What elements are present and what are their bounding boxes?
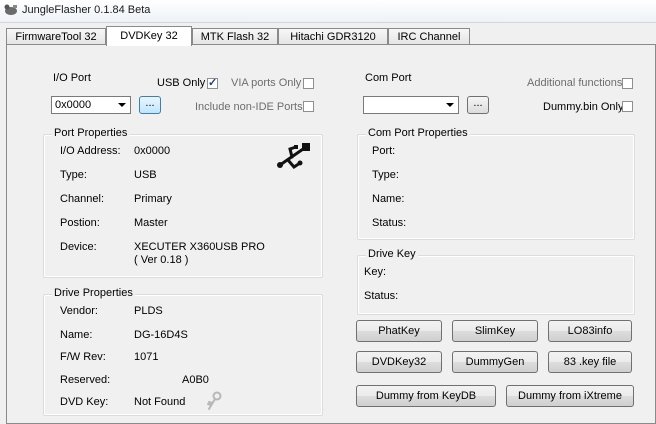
- drive-properties-legend: Drive Properties: [52, 287, 135, 299]
- drive-name-value: DG-16D4S: [134, 329, 188, 341]
- position-value: Master: [134, 217, 168, 229]
- dummy-only-checkbox[interactable]: [622, 101, 633, 112]
- com-port-name-label: Name:: [372, 193, 405, 205]
- chevron-down-icon: [118, 103, 126, 107]
- additional-functions-label: Additional functions: [527, 77, 623, 89]
- include-non-ide-label: Include non-IDE Ports: [195, 101, 303, 113]
- drive-properties-group: Drive Properties Vendor: PLDS Name: DG-1…: [43, 287, 323, 416]
- key-icon: [207, 391, 222, 410]
- port-type-value: USB: [134, 169, 157, 181]
- jungle-flasher-app-icon: [4, 4, 17, 15]
- usb-only-checkbox[interactable]: [207, 76, 218, 89]
- dvdkey32-button[interactable]: DVDKey32: [356, 351, 442, 373]
- fw-rev-value: 1071: [134, 351, 159, 363]
- window-title: JungleFlasher 0.1.84 Beta: [22, 4, 151, 16]
- reserved-label: Reserved:: [60, 374, 111, 386]
- reserved-value: A0B0: [182, 374, 209, 386]
- position-label: Postion:: [60, 217, 100, 229]
- phatkey-button[interactable]: PhatKey: [356, 320, 442, 342]
- tab-firmwaretool[interactable]: FirmwareTool 32: [6, 28, 106, 45]
- com-port-properties-legend: Com Port Properties: [366, 127, 470, 139]
- com-port-status-label: Status:: [372, 217, 407, 229]
- tab-hitachi[interactable]: Hitachi GDR3120: [278, 28, 388, 45]
- additional-functions-checkbox[interactable]: [622, 78, 633, 89]
- port-properties-group: Port Properties I/O Address: 0x0000 Type…: [43, 127, 323, 278]
- usb-icon: [277, 143, 310, 169]
- tab-mtk-flash[interactable]: MTK Flash 32: [192, 28, 278, 45]
- dummy-from-ixtreme-button[interactable]: Dummy from iXtreme: [506, 385, 634, 407]
- com-port-port-label: Port:: [372, 145, 396, 157]
- dummy-from-keydb-button[interactable]: Dummy from KeyDB: [356, 385, 496, 407]
- com-port-type-label: Type:: [372, 169, 399, 181]
- io-port-browse-button[interactable]: ...: [139, 96, 161, 114]
- drive-key-legend: Drive Key: [366, 248, 418, 260]
- com-port-browse-button[interactable]: ...: [467, 96, 489, 114]
- dummy-only-label: Dummy.bin Only: [543, 101, 624, 113]
- channel-label: Channel:: [60, 193, 105, 205]
- dvd-key-label: DVD Key:: [60, 396, 109, 408]
- via-ports-checkbox[interactable]: [303, 78, 314, 89]
- drive-key-status-label: Status:: [364, 290, 399, 302]
- dvdkey-panel: I/O Port USB Only VIA ports Only 0x0000 …: [6, 44, 656, 424]
- drive-name-label: Name:: [60, 329, 93, 341]
- device-label: Device:: [60, 241, 97, 253]
- dvd-key-value: Not Found: [134, 396, 186, 408]
- vendor-label: Vendor:: [60, 305, 98, 317]
- com-port-properties-group: Com Port Properties Port: Type: Name: St…: [357, 127, 635, 240]
- io-address-label: I/O Address:: [60, 145, 121, 157]
- drive-key-key-label: Key:: [364, 266, 387, 278]
- via-ports-label: VIA ports Only: [231, 77, 302, 89]
- slimkey-button[interactable]: SlimKey: [452, 320, 538, 342]
- key83-file-button[interactable]: 83 .key file: [548, 351, 632, 373]
- io-address-value: 0x0000: [134, 145, 171, 157]
- fw-rev-label: F/W Rev:: [60, 351, 106, 363]
- device-version: ( Ver 0.18 ): [134, 254, 189, 266]
- title-bar: JungleFlasher 0.1.84 Beta: [0, 0, 656, 23]
- drive-key-group: Drive Key Key: Status:: [357, 248, 635, 315]
- channel-value: Primary: [134, 193, 172, 205]
- device-value: XECUTER X360USB PRO: [134, 241, 265, 253]
- tab-dvdkey[interactable]: DVDKey 32: [106, 26, 192, 46]
- port-properties-legend: Port Properties: [52, 127, 130, 139]
- chevron-down-icon: [446, 103, 454, 107]
- io-port-label: I/O Port: [53, 72, 91, 84]
- usb-only-label: USB Only: [157, 77, 206, 89]
- tab-irc-channel[interactable]: IRC Channel: [388, 28, 470, 45]
- lo83info-button[interactable]: LO83info: [548, 320, 632, 342]
- com-port-select[interactable]: [363, 96, 459, 114]
- io-port-select[interactable]: 0x0000: [51, 96, 131, 114]
- port-type-label: Type:: [60, 169, 87, 181]
- com-port-label: Com Port: [365, 72, 412, 84]
- dummygen-button[interactable]: DummyGen: [452, 351, 538, 373]
- include-non-ide-checkbox[interactable]: [303, 101, 314, 112]
- vendor-value: PLDS: [134, 305, 163, 317]
